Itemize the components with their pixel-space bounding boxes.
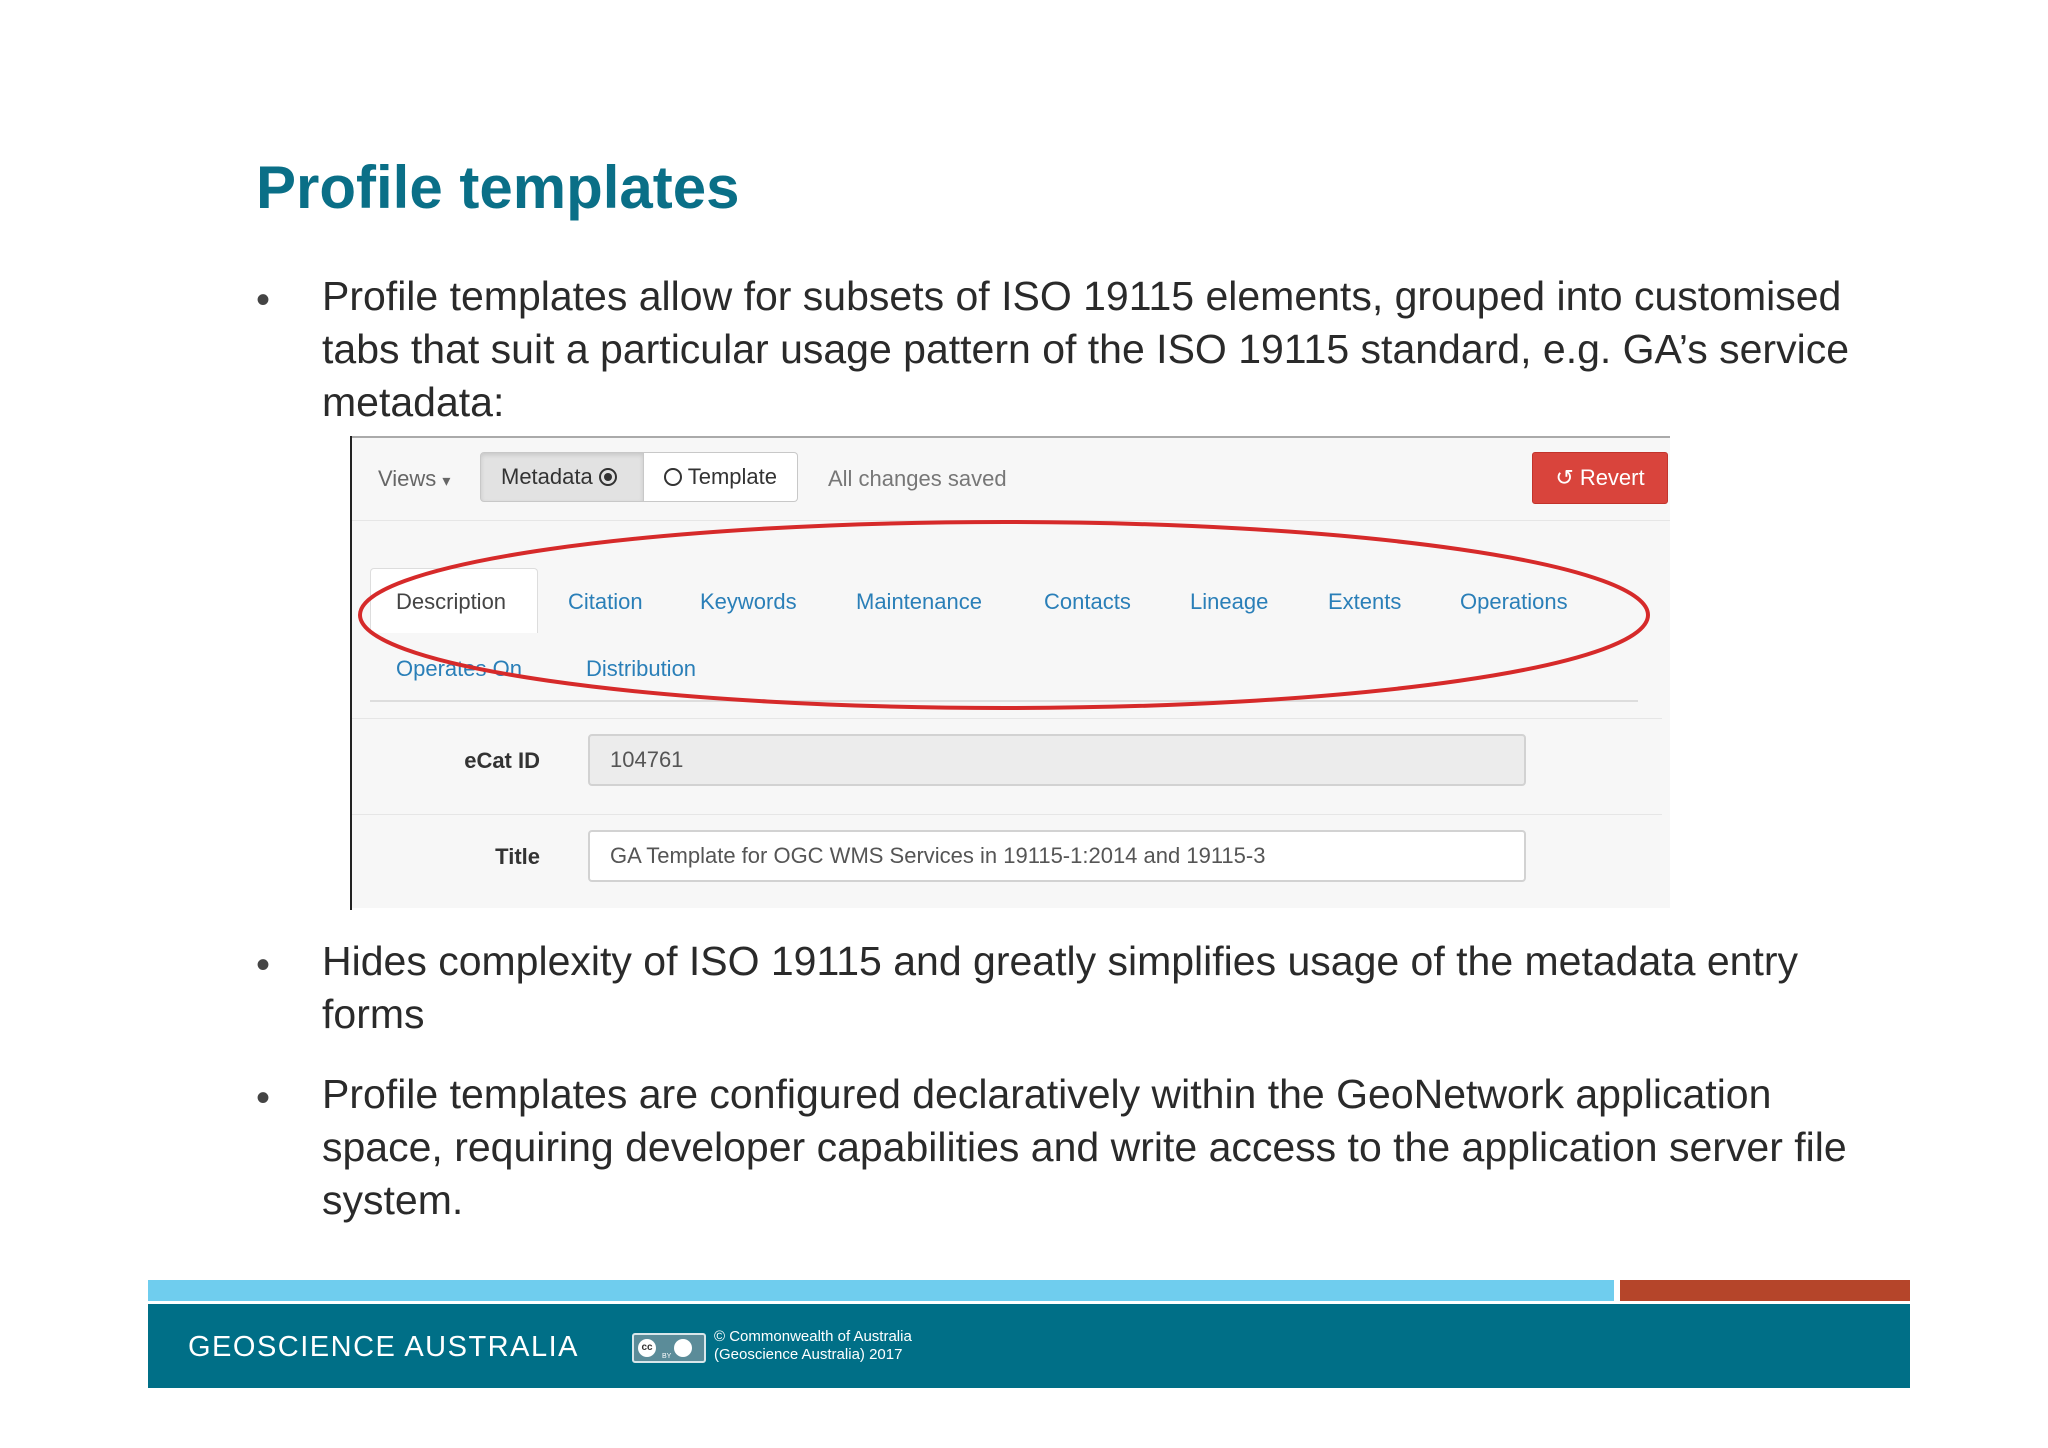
bullet-marker: • bbox=[256, 278, 271, 322]
copyright-line: (Geoscience Australia) 2017 bbox=[714, 1346, 903, 1363]
views-label: Views bbox=[378, 466, 437, 491]
views-dropdown[interactable]: Views ▾ bbox=[378, 466, 450, 492]
metadata-button[interactable]: Metadata bbox=[480, 452, 644, 502]
bullet-text: Profile templates are configured declara… bbox=[322, 1071, 1847, 1223]
cc-circle-icon: cc bbox=[638, 1339, 656, 1357]
radio-checked-icon bbox=[598, 468, 617, 486]
footer-accent-orange bbox=[1620, 1280, 1910, 1301]
metadata-label: Metadata bbox=[501, 464, 593, 489]
bullet-marker: • bbox=[256, 943, 271, 987]
cc-by-label: BY bbox=[662, 1353, 672, 1360]
footer-accent-blue bbox=[148, 1280, 1614, 1301]
creative-commons-icon: cc BY bbox=[632, 1333, 706, 1363]
revert-button[interactable]: ↺ Revert bbox=[1532, 452, 1668, 504]
bullet-marker: • bbox=[256, 1076, 271, 1120]
template-label: Template bbox=[687, 464, 778, 489]
radio-unchecked-icon bbox=[663, 468, 682, 486]
form-row-divider bbox=[352, 718, 1662, 719]
attribution-person-icon bbox=[674, 1339, 692, 1357]
copyright-notice: © Commonwealth of Australia (Geoscience … bbox=[714, 1328, 912, 1364]
ecat-id-field[interactable]: 104761 bbox=[588, 734, 1526, 786]
organization-name: GEOSCIENCE AUSTRALIA bbox=[188, 1331, 579, 1363]
undo-icon: ↺ bbox=[1555, 465, 1574, 490]
form-row-divider bbox=[352, 814, 1662, 815]
save-status: All changes saved bbox=[828, 466, 1007, 491]
highlight-ellipse-stroke bbox=[358, 520, 1650, 710]
slide-title: Profile templates bbox=[256, 154, 740, 221]
title-field[interactable]: GA Template for OGC WMS Services in 1911… bbox=[588, 830, 1526, 882]
caret-down-icon: ▾ bbox=[442, 473, 451, 490]
bullet-text: Hides complexity of ISO 19115 and greatl… bbox=[322, 938, 1799, 1037]
template-button[interactable]: Template bbox=[643, 452, 799, 502]
copyright-line: © Commonwealth of Australia bbox=[714, 1328, 912, 1345]
bullet-text: Profile templates allow for subsets of I… bbox=[322, 273, 1849, 425]
highlight-ellipse bbox=[358, 520, 1650, 710]
view-toggle-group: Metadata Template bbox=[480, 452, 799, 504]
title-label: Title bbox=[495, 844, 540, 869]
revert-label: Revert bbox=[1579, 465, 1645, 490]
panel-top-border bbox=[350, 436, 1670, 438]
ecat-id-label: eCat ID bbox=[464, 748, 540, 773]
